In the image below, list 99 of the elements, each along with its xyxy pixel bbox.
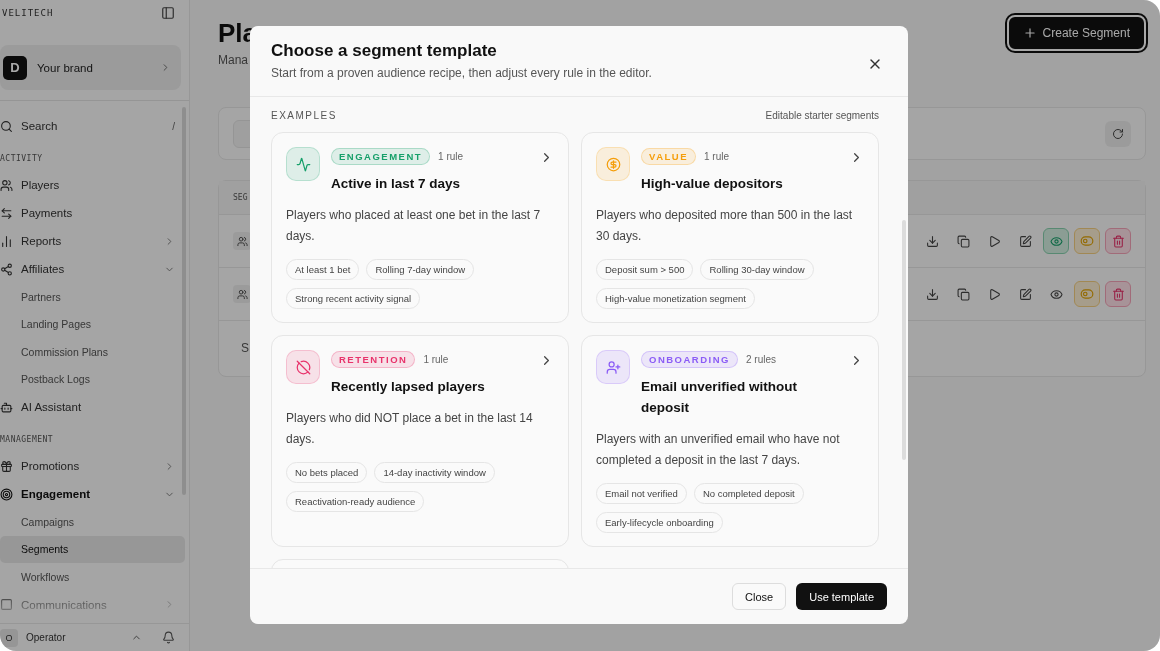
category-badge: VALUE <box>641 148 696 165</box>
eye-button[interactable] <box>1043 228 1069 254</box>
sidebar-toggle-icon[interactable] <box>161 6 175 20</box>
bar-chart-icon <box>0 234 13 248</box>
dialog-title: Choose a segment template <box>271 41 498 61</box>
template-title: Active in last 7 days <box>331 175 462 193</box>
delete-button[interactable] <box>1105 228 1131 254</box>
user-name[interactable]: Operator <box>26 632 123 643</box>
plus-icon <box>1022 26 1037 40</box>
search-item[interactable]: Search / <box>0 112 175 140</box>
nav-item[interactable]: Promotions <box>0 452 175 480</box>
template-title: High-value depositors <box>641 175 784 193</box>
rule-tag: Reactivation-ready audience <box>286 491 425 512</box>
delete-button[interactable] <box>1105 281 1131 307</box>
category-badge: ONBOARDING <box>641 351 738 368</box>
nav-subitem[interactable]: Campaigns <box>0 508 185 536</box>
template-card[interactable] <box>581 335 879 547</box>
nav-item[interactable]: Reports <box>0 227 175 255</box>
shortcut-hint: / <box>172 120 175 132</box>
trash-icon <box>1111 287 1125 301</box>
square-icon <box>0 598 13 611</box>
robot-icon <box>0 400 13 414</box>
download-icon <box>925 234 939 248</box>
share-icon <box>0 262 13 276</box>
template-description: Players who did NOT place a bet in the last 14 days. <box>286 410 534 448</box>
template-card[interactable]: VALUE 1 rule High-value depositors Players who deposited more than 500 in the last 30 days. Deposit sum > 500 Rolling 30-day window High-value monetization segment <box>581 132 879 323</box>
nav-item[interactable]: AI Assistant <box>0 393 175 421</box>
eye-icon <box>1049 287 1063 301</box>
rule-tag: Email not verified <box>596 483 687 504</box>
toggle-icon <box>1080 287 1094 301</box>
rule-tag: No completed deposit <box>693 483 804 504</box>
category-badge: ENGAGEMENT <box>331 148 431 165</box>
rule-tag: At least 1 bet <box>286 259 360 280</box>
template-description: Players who deposited more than 500 in the last 30 days. <box>596 207 854 245</box>
workspace-switcher[interactable]: D Your brand <box>0 45 181 90</box>
trash-icon <box>1111 234 1125 248</box>
eye-icon <box>1049 234 1063 248</box>
close-button[interactable]: Close <box>732 583 787 610</box>
nav-subitem[interactable]: Partners <box>0 283 185 311</box>
refresh-button[interactable] <box>1105 120 1131 147</box>
copy-icon <box>956 287 970 301</box>
nav-item[interactable]: Engagement <box>0 480 175 508</box>
nav-subitem[interactable]: Segments <box>0 535 185 563</box>
bell-icon[interactable] <box>162 631 175 644</box>
toggle-button[interactable] <box>1074 281 1100 307</box>
nav-subitem[interactable]: Commission Plans <box>0 338 185 366</box>
template-title: Email unverified without deposit <box>641 378 798 417</box>
nav-subitem[interactable]: Workflows <box>0 563 185 591</box>
rule-tag: High-value monetization segment <box>596 288 755 309</box>
edit-icon <box>1018 234 1032 248</box>
nav-item[interactable]: Payments <box>0 199 175 227</box>
template-description: Players with an unverified email who have not completed a deposit in the last 7 days. <box>596 431 841 469</box>
template-title: Recently lapsed players <box>331 378 486 396</box>
target-icon <box>0 487 13 501</box>
table-footer-text: S <box>240 340 249 355</box>
play-icon <box>987 234 1001 248</box>
rule-count: 1 rule <box>438 151 464 162</box>
edit-icon <box>1018 287 1032 301</box>
toggle-icon <box>1080 234 1094 248</box>
user-avatar: O <box>0 628 18 647</box>
nav-item[interactable]: Affiliates <box>0 255 175 283</box>
rule-count: 1 rule <box>704 151 729 162</box>
column-header: SEG <box>233 193 248 202</box>
rule-tag: 14-day inactivity window <box>374 462 495 483</box>
refresh-icon <box>1112 127 1124 140</box>
dialog-subtitle: Start from a proven audience recipe, then adjust every rule in the editor. <box>271 66 652 80</box>
rule-tag: No bets placed <box>286 462 368 483</box>
search-icon <box>0 119 13 133</box>
nav-item[interactable]: Players <box>0 171 175 199</box>
page-subtitle: Mana <box>218 53 250 67</box>
template-card[interactable]: ENGAGEMENT 1 rule Active in last 7 days Players who placed at least one bet in the last 7 days. At least 1 bet Rolling 7-day window Strong recent activity signal <box>271 132 569 323</box>
nav-subitem[interactable]: Landing Pages <box>0 310 185 338</box>
rule-tag: Rolling 7-day window <box>366 259 475 280</box>
users-icon <box>0 178 13 192</box>
rule-tag: Deposit sum > 500 <box>596 259 694 280</box>
rule-count: 2 rules <box>746 354 776 365</box>
category-badge: RETENTION <box>331 351 416 368</box>
rule-tag: Early-lifecycle onboarding <box>596 512 723 533</box>
copy-icon <box>956 234 970 248</box>
rule-tag: Strong recent activity signal <box>286 288 421 309</box>
section-note: Editable starter segments <box>765 109 879 121</box>
nav-subitem[interactable]: Postback Logs <box>0 365 185 393</box>
create-segment-button[interactable]: Create Segment <box>1006 15 1146 51</box>
use-template-button[interactable]: Use template <box>796 583 887 610</box>
brand-name: VELITECH <box>2 8 54 18</box>
rule-tag: Rolling 30-day window <box>700 259 814 280</box>
section-label: EXAMPLES <box>271 109 337 121</box>
play-icon <box>987 287 1001 301</box>
workspace-name: Your brand <box>37 61 94 74</box>
arrows-icon <box>0 206 13 220</box>
rule-count: 1 rule <box>423 354 449 365</box>
template-card[interactable]: RETENTION 1 rule Recently lapsed players Players who did NOT place a bet in the last 14 days. No bets placed 14-day inactivity window Reactivation-ready audience <box>271 335 569 547</box>
toggle-button[interactable] <box>1074 228 1100 254</box>
section-heading: ACTIVITY <box>0 154 44 163</box>
download-icon <box>925 287 939 301</box>
template-description: Players who placed at least one bet in the last 7 days. <box>286 207 542 245</box>
workspace-avatar: D <box>3 55 27 80</box>
gift-icon <box>0 459 13 473</box>
section-heading: MANAGEMENT <box>0 435 55 444</box>
